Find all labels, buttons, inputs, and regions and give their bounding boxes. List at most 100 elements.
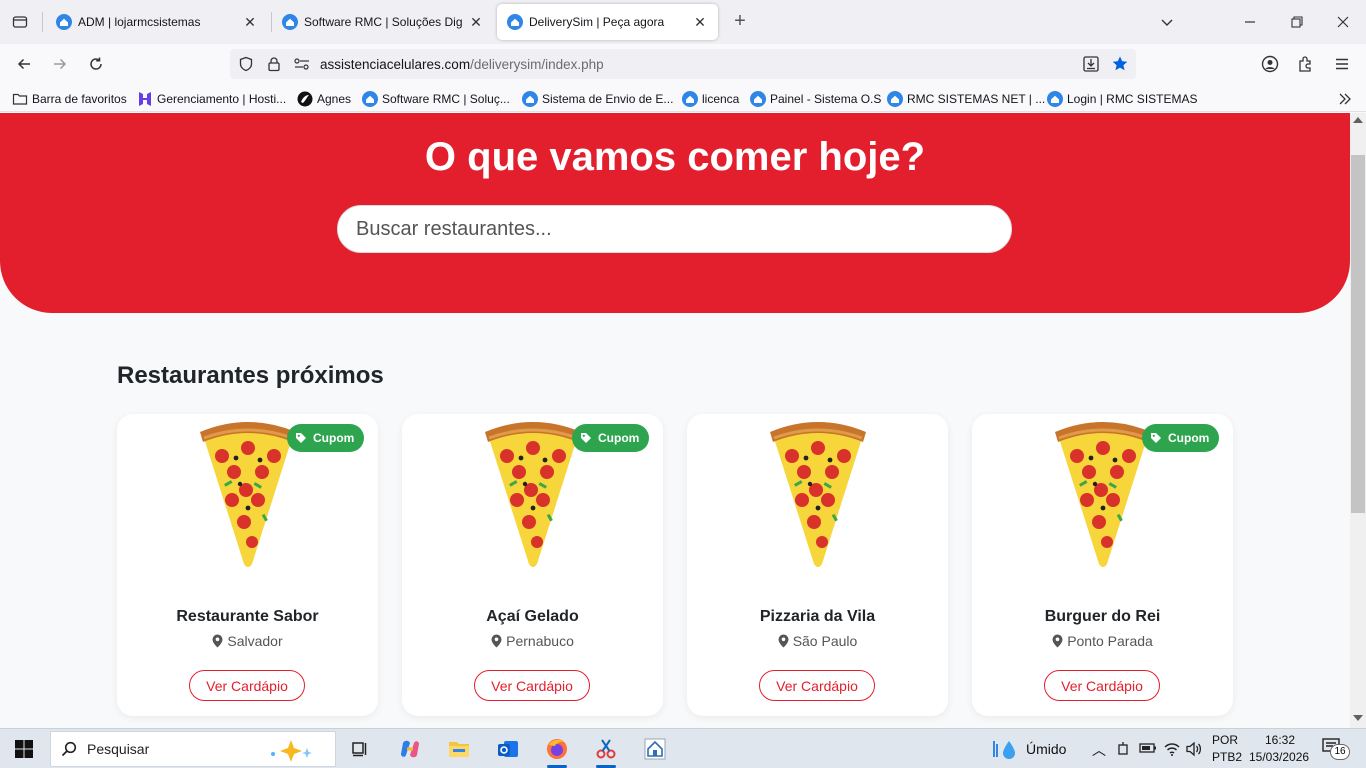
agnes-icon xyxy=(297,91,313,107)
bookmark-item[interactable]: Sistema de Envio de E... xyxy=(522,90,673,108)
file-explorer-icon[interactable] xyxy=(441,733,477,765)
install-app-icon[interactable] xyxy=(1082,55,1100,73)
restaurant-location-label: Salvador xyxy=(227,633,283,649)
volume-icon[interactable] xyxy=(1185,741,1203,757)
taskbar-search-box[interactable]: Pesquisar xyxy=(50,731,336,767)
outlook-icon[interactable] xyxy=(490,733,526,765)
app-house-icon[interactable] xyxy=(637,733,673,765)
map-pin-icon xyxy=(1052,634,1063,648)
bookmark-item[interactable]: licenca xyxy=(682,90,739,108)
usb-device-icon[interactable] xyxy=(1116,741,1130,757)
section-title: Restaurantes próximos xyxy=(117,362,384,389)
coupon-badge-label: Cupom xyxy=(1168,431,1210,445)
bookmark-label: Login | RMC SISTEMAS xyxy=(1067,92,1198,106)
back-arrow-icon[interactable] xyxy=(12,52,36,76)
close-tab-icon[interactable]: ✕ xyxy=(242,14,258,30)
account-icon[interactable] xyxy=(1258,52,1282,76)
keyboard-layout-label[interactable]: PTB2 xyxy=(1212,750,1242,764)
restaurant-location: São Paulo xyxy=(687,633,948,649)
bookmark-label: Software RMC | Soluç... xyxy=(382,92,510,106)
restaurant-location: Salvador xyxy=(117,633,378,649)
forward-arrow-icon[interactable] xyxy=(48,52,72,76)
menu-icon[interactable] xyxy=(1330,52,1354,76)
clock-date[interactable]: 15/03/2026 xyxy=(1249,750,1309,764)
bookmark-item[interactable]: Painel - Sistema O.S xyxy=(750,90,881,108)
windows-start-icon[interactable] xyxy=(14,739,34,759)
url-text[interactable]: assistenciacelulares.com/deliverysim/ind… xyxy=(320,57,604,72)
tab-overflow-chevron-icon[interactable] xyxy=(1155,10,1179,34)
copilot-icon[interactable] xyxy=(392,733,428,765)
weather-humid-icon[interactable] xyxy=(992,739,1020,761)
search-icon xyxy=(61,741,77,757)
restaurant-card[interactable]: Cupom Burguer do Rei Ponto Parada Ver Cardá… xyxy=(972,414,1233,716)
new-tab-icon[interactable]: + xyxy=(730,11,750,32)
view-menu-button[interactable]: Ver Cardápio xyxy=(1044,670,1160,701)
bookmark-label: Sistema de Envio de E... xyxy=(542,92,674,106)
site-permissions-icon[interactable] xyxy=(294,57,310,71)
restaurant-name: Restaurante Sabor xyxy=(176,608,319,625)
scroll-down-icon[interactable] xyxy=(1353,715,1363,721)
pizza-image xyxy=(770,422,866,567)
restaurant-card[interactable]: Pizzaria da Vila São Paulo Ver Cardápio xyxy=(687,414,948,716)
close-window-icon[interactable] xyxy=(1331,10,1355,34)
bookmark-item[interactable]: Login | RMC SISTEMAS xyxy=(1047,90,1198,108)
house-icon xyxy=(1047,91,1063,107)
reload-icon[interactable] xyxy=(84,52,108,76)
bookmark-item[interactable]: Gerenciamento | Hosti... xyxy=(137,90,286,108)
restaurant-card[interactable]: Cupom Açaí Gelado Pernabuco Ver Cardápio xyxy=(402,414,663,716)
tab-deliverysim[interactable]: DeliverySim | Peça agora ✕ xyxy=(497,4,718,40)
coupon-badge: Cupom xyxy=(572,424,650,452)
page-scrollbar[interactable] xyxy=(1350,113,1366,728)
close-tab-icon[interactable]: ✕ xyxy=(468,14,484,30)
close-tab-icon[interactable]: ✕ xyxy=(692,14,708,30)
restore-icon[interactable] xyxy=(1285,10,1309,34)
tag-icon xyxy=(296,433,306,443)
shield-icon[interactable] xyxy=(238,56,254,72)
windows-taskbar: Pesquisar Úmido ︿ POR PTB2 16:32 15/03/2… xyxy=(0,728,1366,768)
restaurant-card[interactable]: Cupom Restaurante Sabor Salvador Ver Cardáp… xyxy=(117,414,378,716)
restaurant-location-label: São Paulo xyxy=(792,633,858,649)
bookmark-label: Painel - Sistema O.S xyxy=(770,92,882,106)
snipping-tool-icon[interactable] xyxy=(588,733,624,768)
lock-icon[interactable] xyxy=(266,56,282,72)
bookmark-label: Agnes xyxy=(317,92,352,106)
extensions-icon[interactable] xyxy=(1294,52,1318,76)
view-menu-button[interactable]: Ver Cardápio xyxy=(474,670,590,701)
tab-adm[interactable]: ADM | lojarmcsistemas ✕ xyxy=(46,4,268,40)
house-icon xyxy=(682,91,698,107)
notifications-button[interactable]: 16 xyxy=(1322,738,1352,760)
tab-list-icon[interactable] xyxy=(8,11,32,33)
house-icon xyxy=(507,14,523,30)
bookmarks-overflow-chevron-icon[interactable] xyxy=(1338,90,1352,108)
restaurant-name: Burguer do Rei xyxy=(1044,608,1161,625)
navigation-bar: assistenciacelulares.com/deliverysim/ind… xyxy=(0,44,1366,84)
tag-icon xyxy=(581,433,591,443)
bookmark-item[interactable]: Software RMC | Soluç... xyxy=(362,90,510,108)
bookmark-folder[interactable]: Barra de favoritos xyxy=(12,90,127,108)
tab-software-rmc[interactable]: Software RMC | Soluções Digitais ✕ xyxy=(272,4,494,40)
scroll-up-icon[interactable] xyxy=(1353,117,1363,123)
coupon-badge: Cupom xyxy=(287,424,365,452)
view-menu-button[interactable]: Ver Cardápio xyxy=(759,670,875,701)
restaurant-search-input[interactable] xyxy=(337,205,1012,253)
pizza-image xyxy=(1055,422,1151,567)
map-pin-icon xyxy=(212,634,223,648)
battery-icon[interactable] xyxy=(1139,742,1157,754)
bookmark-star-icon[interactable] xyxy=(1111,55,1129,73)
tab-title: Software RMC | Soluções Digitais xyxy=(304,15,462,29)
bookmark-item[interactable]: Agnes xyxy=(297,90,351,108)
tray-chevron-up-icon[interactable]: ︿ xyxy=(1092,740,1106,760)
task-view-icon[interactable] xyxy=(342,733,378,765)
house-icon xyxy=(750,91,766,107)
scrollbar-thumb[interactable] xyxy=(1351,155,1365,513)
house-icon xyxy=(362,91,378,107)
clock-time[interactable]: 16:32 xyxy=(1265,733,1295,747)
firefox-icon[interactable] xyxy=(539,733,575,768)
wifi-icon[interactable] xyxy=(1163,741,1181,757)
minimize-icon[interactable] xyxy=(1238,10,1262,34)
bookmark-item[interactable]: RMC SISTEMAS NET | ... xyxy=(887,90,1045,108)
address-bar[interactable]: assistenciacelulares.com/deliverysim/ind… xyxy=(230,49,1136,79)
url-path: /deliverysim/index.php xyxy=(470,57,604,72)
language-label[interactable]: POR xyxy=(1212,733,1238,747)
view-menu-button[interactable]: Ver Cardápio xyxy=(189,670,305,701)
